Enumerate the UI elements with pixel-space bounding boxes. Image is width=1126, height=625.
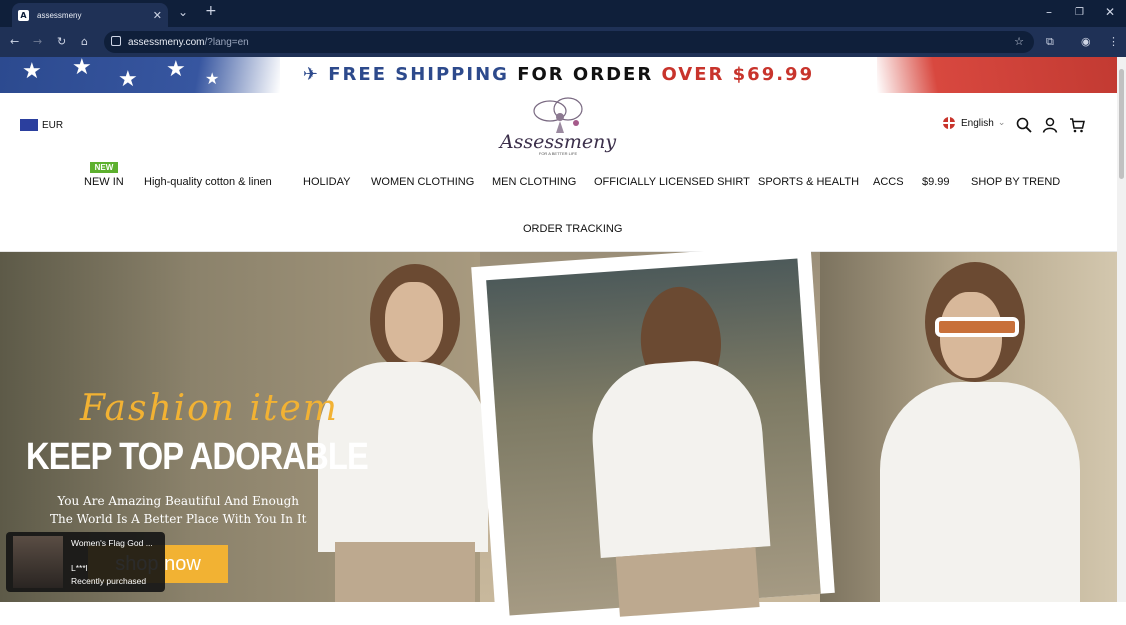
recent-purchase-popup[interactable]: Women's Flag God ... L***l Recently purc…: [6, 532, 165, 592]
extensions-icon[interactable]: ⧉: [1046, 35, 1054, 49]
model-face: [385, 282, 443, 362]
page-scrollbar[interactable]: [1117, 57, 1126, 602]
popup-product-name[interactable]: Women's Flag God ...: [71, 538, 153, 548]
eu-flag-icon: [20, 119, 38, 131]
browser-menu-icon[interactable]: ⋮: [1108, 35, 1119, 48]
banner-text-part1: FREE SHIPPING: [328, 64, 509, 85]
address-bar[interactable]: assessmeny.com/?lang=en ☆: [104, 31, 1034, 53]
scrollbar-thumb[interactable]: [1119, 69, 1124, 179]
product-thumbnail[interactable]: [13, 536, 63, 588]
reload-icon[interactable]: ↻: [57, 35, 66, 48]
hero-subtext: You Are Amazing Beautiful And Enough The…: [50, 492, 306, 528]
banner-text: ✈ FREE SHIPPING FOR ORDER OVER $69.99: [0, 64, 1117, 85]
banner-text-part2: FOR ORDER: [517, 64, 654, 85]
currency-selector[interactable]: EUR: [20, 119, 63, 131]
photo-frame-image: [486, 258, 821, 617]
new-tab-icon[interactable]: +: [205, 3, 217, 19]
language-label: English: [961, 117, 994, 129]
home-icon[interactable]: ⌂: [81, 35, 88, 48]
menu-item-licensed-shirt[interactable]: OFFICIALLY LICENSED SHIRT: [594, 176, 750, 188]
logo-text: Assessmeny: [499, 131, 617, 153]
banner-text-part3: OVER $69.99: [661, 64, 815, 85]
profile-icon[interactable]: ◉: [1081, 35, 1091, 48]
menu-item-cotton-linen[interactable]: High-quality cotton & linen: [144, 176, 272, 188]
model-white-shirt: [587, 356, 771, 558]
menu-item-shop-by-trend[interactable]: SHOP BY TREND: [971, 176, 1060, 188]
photo-frame: [471, 243, 835, 617]
hero-subtext-line2: The World Is A Better Place With You In …: [50, 512, 307, 526]
bookmark-star-icon[interactable]: ☆: [1014, 35, 1024, 48]
hero-script-title: Fashion item: [80, 388, 339, 429]
uk-flag-icon: [943, 117, 955, 129]
hero-headline: KEEP TOP ADORABLE: [26, 436, 369, 478]
search-icon[interactable]: [1016, 117, 1032, 133]
menu-item-new-in[interactable]: NEW IN: [84, 176, 124, 188]
hero-subtext-line1: You Are Amazing Beautiful And Enough: [57, 494, 299, 508]
free-shipping-banner[interactable]: ★ ★ ★ ★ ★ ✈ FREE SHIPPING FOR ORDER OVER…: [0, 57, 1117, 93]
menu-item-sports-health[interactable]: SPORTS & HEALTH: [758, 176, 859, 188]
browser-tab[interactable]: A assessmeny ✕: [12, 3, 168, 27]
language-selector[interactable]: English ⌄: [943, 117, 1005, 129]
menu-item-women-clothing[interactable]: WOMEN CLOTHING: [371, 176, 474, 188]
logo-tagline: FOR A BETTER LIFE: [538, 151, 578, 156]
browser-tab-bar: A assessmeny ✕ ⌄ + – ❐ ✕: [0, 0, 1126, 27]
model-skirt: [335, 542, 475, 602]
browser-toolbar: ← → ↻ ⌂ assessmeny.com/?lang=en ☆ ⧉ ◉ ⋮: [0, 27, 1126, 57]
close-tab-icon[interactable]: ✕: [153, 9, 162, 22]
airplane-icon: ✈: [302, 64, 320, 85]
currency-label: EUR: [42, 119, 64, 131]
tab-title: assessmeny: [37, 10, 82, 20]
menu-item-accs[interactable]: ACCS: [873, 176, 904, 188]
model-skirt: [615, 547, 760, 617]
url-query: /?lang=en: [204, 36, 249, 48]
tab-list-chevron-icon[interactable]: ⌄: [178, 5, 188, 19]
account-icon[interactable]: [1042, 117, 1058, 133]
site-logo[interactable]: Assessmeny FOR A BETTER LIFE: [490, 95, 626, 159]
restore-icon[interactable]: ❐: [1075, 7, 1084, 18]
favicon-icon: A: [18, 9, 29, 21]
sunglasses: [935, 317, 1019, 337]
minimize-icon[interactable]: –: [1046, 5, 1052, 19]
popup-user: L***l: [71, 563, 88, 573]
chevron-down-icon: ⌄: [997, 118, 1006, 128]
menu-item-holiday[interactable]: HOLIDAY: [303, 176, 350, 188]
model-white-shirt: [880, 382, 1080, 602]
menu-item-men-clothing[interactable]: MEN CLOTHING: [492, 176, 576, 188]
close-window-icon[interactable]: ✕: [1105, 5, 1115, 19]
menu-item-9-99[interactable]: $9.99: [922, 176, 950, 188]
popup-status: Recently purchased: [71, 576, 147, 586]
site-info-icon[interactable]: [111, 36, 121, 46]
menu-item-order-tracking[interactable]: ORDER TRACKING: [523, 223, 622, 235]
url-host: assessmeny.com: [128, 36, 205, 48]
new-badge: NEW: [90, 162, 118, 173]
back-icon[interactable]: ←: [10, 35, 19, 48]
cart-icon[interactable]: [1069, 117, 1085, 133]
forward-icon[interactable]: →: [33, 35, 42, 48]
